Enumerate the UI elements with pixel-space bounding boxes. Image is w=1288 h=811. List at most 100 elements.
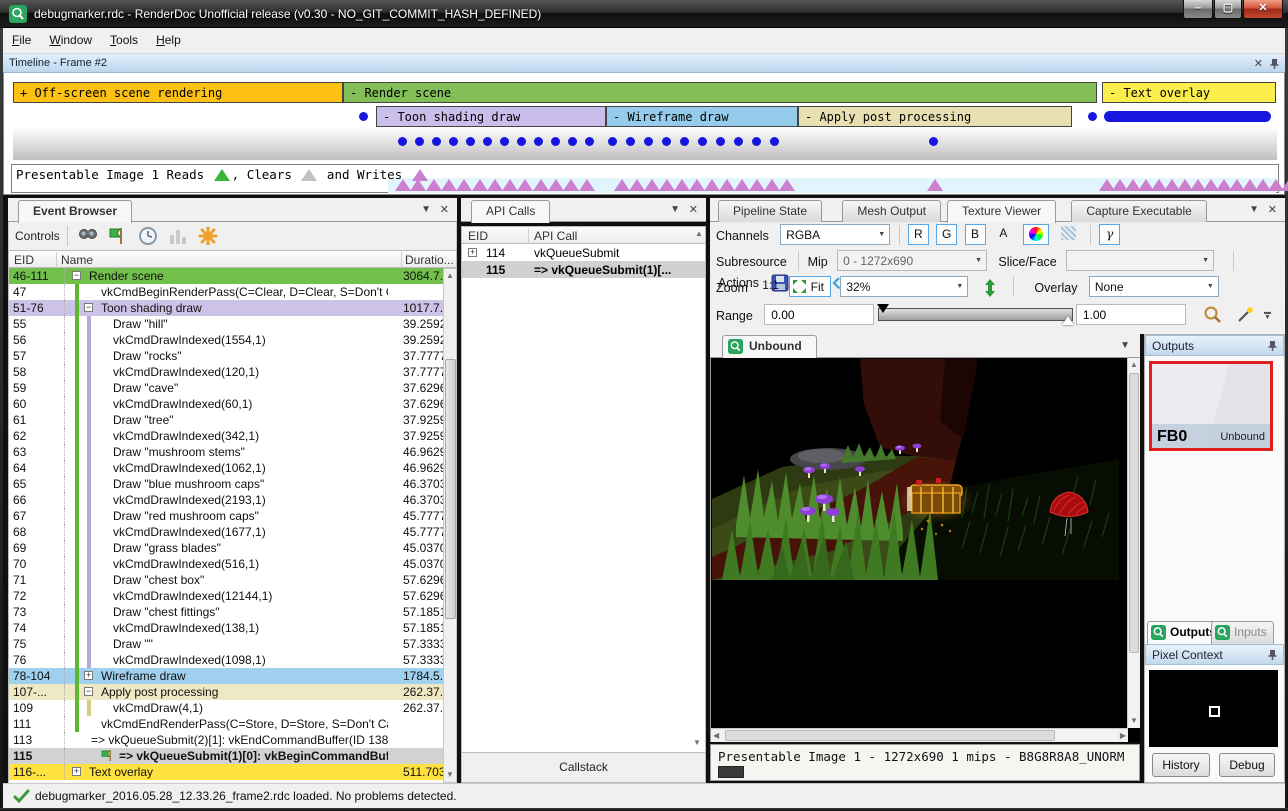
range-max-field[interactable]: 1.00 bbox=[1076, 304, 1186, 325]
event-row[interactable]: 69Draw "grass blades"45.03704 bbox=[9, 540, 443, 556]
event-row[interactable]: 56vkCmdDrawIndexed(1554,1)39.25926 bbox=[9, 332, 443, 348]
range-options-icon[interactable]: ▬▼ bbox=[1264, 310, 1271, 320]
pin-icon[interactable] bbox=[1269, 58, 1280, 70]
event-row[interactable]: 116-...+Text overlay511.7037 bbox=[9, 764, 443, 780]
flip-y-icon[interactable] bbox=[982, 278, 998, 298]
menu-window[interactable]: Window bbox=[40, 28, 101, 52]
maximize-button[interactable]: ▢ bbox=[1214, 0, 1242, 19]
texture-image-viewport[interactable]: ▲ ▼ ◀ ▶ bbox=[710, 358, 1140, 742]
event-browser-column-header[interactable]: EID Name Duratio... bbox=[8, 250, 457, 268]
zoom-level-select[interactable]: 32%▼ bbox=[840, 276, 968, 297]
range-black-handle[interactable] bbox=[877, 304, 889, 313]
close-icon[interactable]: ✕ bbox=[1254, 57, 1263, 70]
chevron-down-icon[interactable]: ▼ bbox=[421, 204, 431, 215]
column-name[interactable]: Name bbox=[61, 253, 93, 267]
tab-unbound-texture[interactable]: Unbound bbox=[722, 335, 817, 358]
chevron-down-icon[interactable]: ▼ bbox=[1249, 204, 1259, 215]
debug-button[interactable]: Debug bbox=[1219, 753, 1275, 777]
gamma-button[interactable]: γ bbox=[1099, 224, 1120, 245]
chevron-down-icon[interactable]: ▼ bbox=[1120, 340, 1130, 351]
event-row[interactable]: 75Draw ""57.33333 bbox=[9, 636, 443, 652]
event-row[interactable]: 76vkCmdDrawIndexed(1098,1)57.33333 bbox=[9, 652, 443, 668]
event-row[interactable]: 59Draw "cave"37.62963 bbox=[9, 380, 443, 396]
scrollbar-thumb[interactable] bbox=[445, 359, 456, 619]
event-row[interactable]: 107-...−Apply post processing262.37... bbox=[9, 684, 443, 700]
event-row[interactable]: 65Draw "blue mushroom caps"46.37037 bbox=[9, 476, 443, 492]
timeline-marker-bar[interactable]: - Wireframe draw bbox=[606, 106, 798, 127]
timeline-marker-bar[interactable]: - Apply post processing bbox=[798, 106, 1072, 127]
channel-r-button[interactable]: R bbox=[908, 224, 929, 245]
scroll-up-icon[interactable]: ▲ bbox=[1128, 358, 1140, 372]
api-call-row[interactable]: +114vkQueueSubmit bbox=[462, 244, 705, 261]
event-row[interactable]: 78-104+Wireframe draw1784.5... bbox=[9, 668, 443, 684]
event-row[interactable]: 51-76−Toon shading draw1017.7... bbox=[9, 300, 443, 316]
channel-a-button[interactable]: A bbox=[993, 224, 1014, 245]
event-row[interactable]: 111vkCmdEndRenderPass(C=Store, D=Store, … bbox=[9, 716, 443, 732]
tab-api-calls[interactable]: API Calls bbox=[471, 200, 550, 223]
close-icon[interactable]: ✕ bbox=[440, 203, 449, 216]
event-row[interactable]: 113=> vkQueueSubmit(2)[1]: vkEndCommandB… bbox=[9, 732, 443, 748]
channel-g-button[interactable]: G bbox=[936, 224, 957, 245]
zoom-fit-button[interactable]: Fit bbox=[789, 276, 831, 297]
event-row[interactable]: 72vkCmdDrawIndexed(12144,1)57.62963 bbox=[9, 588, 443, 604]
overlay-select[interactable]: None▼ bbox=[1089, 276, 1219, 297]
event-browser-scrollbar[interactable]: ▲ ▼ bbox=[443, 268, 457, 783]
event-row[interactable]: 64vkCmdDrawIndexed(1062,1)46.96296 bbox=[9, 460, 443, 476]
collapse-icon[interactable]: − bbox=[84, 687, 93, 696]
channels-select[interactable]: RGBA▼ bbox=[780, 224, 890, 245]
menu-file[interactable]: File bbox=[3, 28, 40, 52]
find-icon[interactable] bbox=[77, 225, 99, 247]
event-row[interactable]: 47vkCmdBeginRenderPass(C=Clear, D=Clear,… bbox=[9, 284, 443, 300]
event-row[interactable]: 55Draw "hill"39.25926 bbox=[9, 316, 443, 332]
event-row[interactable]: 74vkCmdDrawIndexed(138,1)57.18518 bbox=[9, 620, 443, 636]
event-row[interactable]: 63Draw "mushroom stems"46.96296 bbox=[9, 444, 443, 460]
scroll-left-icon[interactable]: ◀ bbox=[713, 731, 719, 740]
close-icon[interactable]: ✕ bbox=[689, 203, 698, 216]
tab-texture-viewer[interactable]: Texture Viewer bbox=[947, 200, 1056, 223]
event-row[interactable]: 71Draw "chest box"57.62963 bbox=[9, 572, 443, 588]
api-calls-column-header[interactable]: EID API Call ▲ bbox=[461, 226, 706, 244]
column-duration[interactable]: Duratio... bbox=[405, 253, 454, 267]
filter-star-icon[interactable] bbox=[197, 225, 219, 247]
tab-mesh-output[interactable]: Mesh Output bbox=[842, 200, 941, 222]
range-slider[interactable] bbox=[878, 308, 1073, 321]
collapse-icon[interactable]: − bbox=[84, 303, 93, 312]
scroll-down-icon[interactable]: ▼ bbox=[444, 768, 456, 782]
event-row[interactable]: 58vkCmdDrawIndexed(120,1)37.77778 bbox=[9, 364, 443, 380]
zoom-1-1-button[interactable]: 1:1 bbox=[759, 276, 782, 297]
range-min-field[interactable]: 0.00 bbox=[764, 304, 874, 325]
magic-wand-icon[interactable] bbox=[1235, 305, 1255, 325]
expand-icon[interactable]: + bbox=[468, 248, 477, 257]
scroll-up-icon[interactable]: ▲ bbox=[693, 227, 705, 241]
expand-icon[interactable]: + bbox=[72, 767, 81, 776]
scroll-down-icon[interactable]: ▼ bbox=[1128, 714, 1140, 728]
event-row[interactable]: 109vkCmdDraw(4,1)262.37... bbox=[9, 700, 443, 716]
close-button[interactable]: ✕ bbox=[1243, 0, 1283, 19]
api-call-row[interactable]: 115=> vkQueueSubmit(1)[... bbox=[462, 261, 705, 278]
tab-inputs[interactable]: Inputs bbox=[1211, 621, 1274, 644]
range-white-handle[interactable] bbox=[1062, 316, 1074, 325]
menu-tools[interactable]: Tools bbox=[101, 28, 147, 52]
menu-help[interactable]: Help bbox=[147, 28, 190, 52]
pin-icon[interactable] bbox=[1267, 340, 1278, 352]
event-row[interactable]: 66vkCmdDrawIndexed(2193,1)46.37037 bbox=[9, 492, 443, 508]
timeline-marker-bar[interactable]: - Render scene bbox=[343, 82, 1097, 103]
event-row[interactable]: 46-111−Render scene3064.7... bbox=[9, 268, 443, 284]
timeline-marker-bar[interactable]: - Toon shading draw bbox=[376, 106, 606, 127]
scroll-right-icon[interactable]: ▶ bbox=[1120, 731, 1126, 740]
event-row[interactable]: 57Draw "rocks"37.77778 bbox=[9, 348, 443, 364]
alpha-checker-icon[interactable] bbox=[1056, 224, 1082, 245]
tab-pipeline-state[interactable]: Pipeline State bbox=[718, 200, 822, 222]
tab-capture-executable[interactable]: Capture Executable bbox=[1071, 200, 1206, 222]
timeline-marker-bar[interactable]: + Off-screen scene rendering bbox=[13, 82, 343, 103]
column-api-call[interactable]: API Call bbox=[534, 229, 577, 243]
channel-b-button[interactable]: B bbox=[965, 224, 986, 245]
color-wheel-icon[interactable] bbox=[1023, 224, 1049, 245]
event-row[interactable]: 60vkCmdDrawIndexed(60,1)37.62963 bbox=[9, 396, 443, 412]
event-row[interactable]: 67Draw "red mushroom caps"45.77778 bbox=[9, 508, 443, 524]
event-row[interactable]: 70vkCmdDrawIndexed(516,1)45.03704 bbox=[9, 556, 443, 572]
event-row[interactable]: 73Draw "chest fittings"57.18518 bbox=[9, 604, 443, 620]
expand-icon[interactable]: + bbox=[84, 671, 93, 680]
viewport-horizontal-scrollbar[interactable]: ◀ ▶ bbox=[711, 728, 1128, 742]
viewport-vertical-scrollbar[interactable]: ▲ ▼ bbox=[1127, 358, 1140, 728]
